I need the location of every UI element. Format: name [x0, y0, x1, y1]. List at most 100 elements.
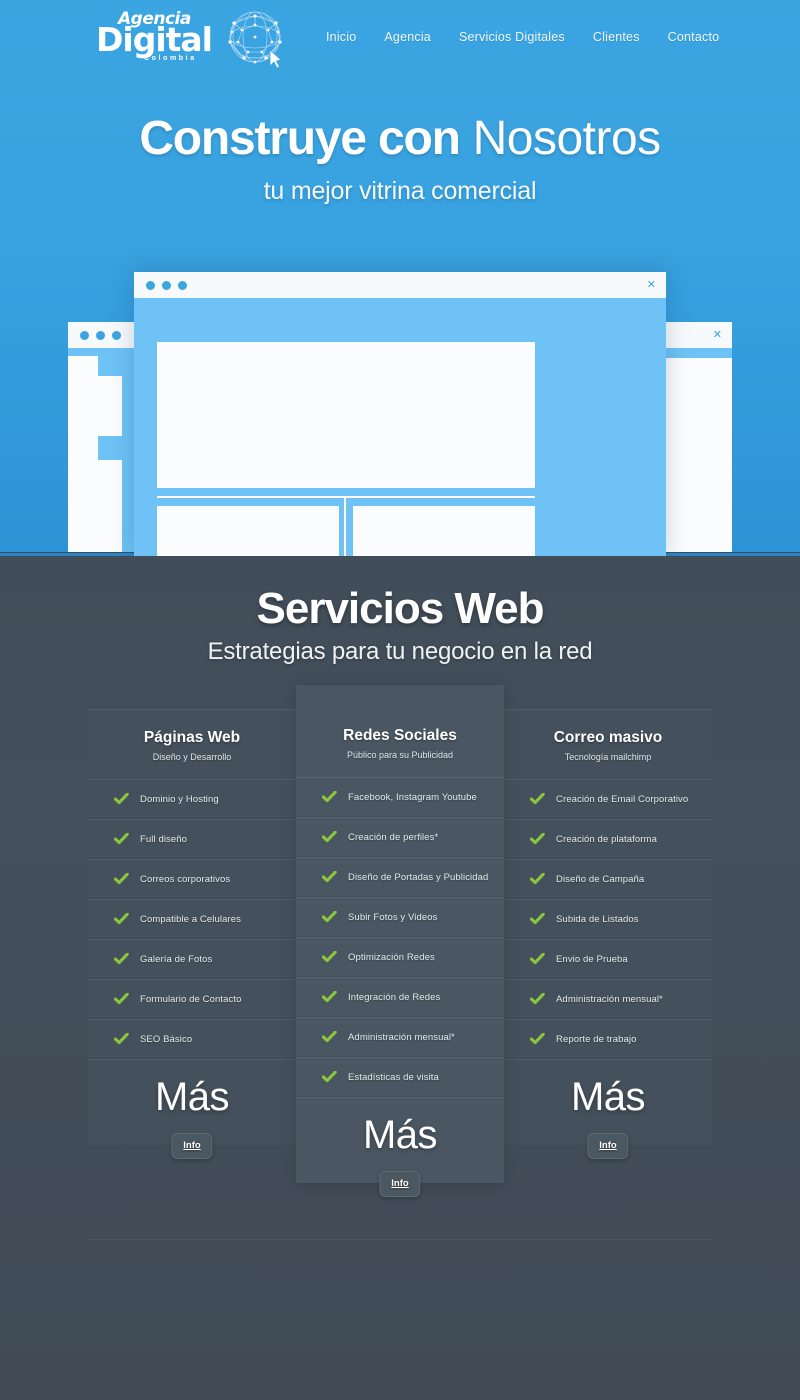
nav-item-clientes[interactable]: Clientes — [593, 30, 640, 44]
feature-label: Estadísticas de visita — [348, 1071, 439, 1083]
feature-row: Galería de Fotos — [88, 939, 296, 979]
feature-row: Subir Fotos y Videos — [296, 897, 504, 937]
feature-row: Diseño de Portadas y Publicidad — [296, 857, 504, 897]
feature-label: Full diseño — [140, 833, 188, 845]
site-logo[interactable]: Agencia Digital Colombia — [96, 4, 290, 72]
info-button-correo-masivo[interactable]: Info — [587, 1133, 629, 1159]
pricing-column-title: Páginas Web — [143, 729, 241, 746]
pricing-table: Páginas Web Diseño y Desarrollo Dominio y … — [88, 685, 713, 1240]
nav-item-inicio[interactable]: Inicio — [326, 30, 356, 44]
feature-label: Correos corporativos — [140, 873, 231, 885]
pricing-column-footer: Más Info — [88, 1059, 296, 1159]
check-icon — [322, 830, 348, 844]
feature-row: Optimización Redes — [296, 937, 504, 977]
hero-title-bold: Construye con — [139, 112, 461, 165]
check-icon — [322, 1030, 348, 1044]
hero-headline-block: Construye con Nosotros tu mejor vitrina … — [0, 112, 800, 206]
pricing-column-title: Redes Sociales — [343, 727, 457, 744]
services-heading-block: Servicios Web Estrategias para tu negoci… — [0, 556, 800, 666]
info-button-redes-sociales[interactable]: Info — [379, 1171, 421, 1197]
feature-label: Administración mensual* — [348, 1031, 455, 1043]
check-icon — [322, 990, 348, 1004]
check-icon — [114, 952, 140, 966]
close-icon[interactable]: ✕ — [713, 329, 722, 341]
nav-item-servicios-digitales[interactable]: Servicios Digitales — [459, 30, 565, 44]
feature-row: Formulario de Contacto — [88, 979, 296, 1019]
feature-label: Administración mensual* — [556, 993, 663, 1005]
more-label: Más — [362, 1113, 438, 1157]
services-title: Servicios Web — [256, 584, 545, 633]
check-icon — [530, 832, 556, 846]
feature-label: Envio de Prueba — [556, 953, 628, 965]
pricing-column-redes-sociales: Redes Sociales Público para su Publicidad… — [296, 685, 504, 1197]
feature-row: Full diseño — [88, 819, 296, 859]
feature-row: Correos corporativos — [88, 859, 296, 899]
feature-label: Compatible a Celulares — [140, 913, 241, 925]
more-label: Más — [570, 1075, 646, 1119]
check-icon — [114, 992, 140, 1006]
pricing-column-correo-masivo: Correo masivo Tecnología mailchimp Creació… — [504, 709, 712, 1159]
feature-label: Facebook, Instagram Youtube — [348, 791, 477, 803]
hero-title: Construye con Nosotros — [0, 112, 800, 165]
cursor-arrow-icon — [269, 49, 282, 69]
check-icon — [530, 952, 556, 966]
browser-titlebar: ✕ — [134, 272, 666, 298]
pricing-column-footer: Más Info — [296, 1097, 504, 1197]
feature-label: Diseño de Campaña — [556, 873, 645, 885]
feature-row: Administración mensual* — [296, 1017, 504, 1057]
check-icon — [530, 1032, 556, 1046]
feature-label: Creación de Email Corporativo — [556, 793, 689, 805]
browser-content — [134, 298, 666, 556]
pricing-column-title: Correo masivo — [553, 729, 663, 746]
pricing-column-paginas-web: Páginas Web Diseño y Desarrollo Dominio y … — [88, 709, 296, 1159]
logo-wordmark: Agencia Digital Colombia — [96, 7, 216, 69]
services-section: Servicios Web Estrategias para tu negoci… — [0, 556, 800, 1400]
check-icon — [114, 912, 140, 926]
feature-label: Creación de perfiles* — [348, 831, 439, 843]
feature-row: Integración de Redes — [296, 977, 504, 1017]
check-icon — [530, 792, 556, 806]
feature-row: Administración mensual* — [504, 979, 712, 1019]
logo-line-colombia: Colombia — [144, 55, 197, 62]
hero-subtitle: tu mejor vitrina comercial — [263, 176, 537, 205]
services-subtitle: Estrategias para tu negocio en la red — [207, 638, 593, 665]
check-icon — [322, 870, 348, 884]
check-icon — [530, 912, 556, 926]
browser-window-main: ✕ — [134, 272, 666, 556]
check-icon — [322, 1070, 348, 1084]
feature-label: Subir Fotos y Videos — [348, 911, 438, 923]
feature-row: Compatible a Celulares — [88, 899, 296, 939]
pricing-column-subtitle: Público para su Publicidad — [346, 750, 454, 760]
check-icon — [530, 872, 556, 886]
feature-row: Creación de plataforma — [504, 819, 712, 859]
nav-item-contacto[interactable]: Contacto — [668, 30, 720, 44]
feature-row: Diseño de Campaña — [504, 859, 712, 899]
pricing-column-footer: Más Info — [504, 1059, 712, 1159]
close-icon[interactable]: ✕ — [647, 279, 656, 291]
feature-label: Reporte de trabajo — [556, 1033, 637, 1045]
check-icon — [530, 992, 556, 1006]
pricing-columns: Páginas Web Diseño y Desarrollo Dominio y … — [88, 685, 713, 1197]
network-sphere-icon — [222, 4, 290, 72]
more-label: Más — [154, 1075, 230, 1119]
pricing-column-subtitle: Diseño y Desarrollo — [152, 752, 232, 762]
check-icon — [114, 872, 140, 886]
feature-label: Integración de Redes — [348, 991, 441, 1003]
pricing-column-subtitle: Tecnología mailchimp — [564, 752, 652, 762]
traffic-light-dots-icon — [146, 280, 187, 290]
info-button-paginas-web[interactable]: Info — [171, 1133, 213, 1159]
feature-label: SEO Básico — [140, 1033, 193, 1045]
feature-label: Dominio y Hosting — [140, 793, 219, 805]
hero-section: Agencia Digital Colombia Inicio Agencia … — [0, 0, 800, 556]
nav-item-agencia[interactable]: Agencia — [384, 30, 431, 44]
feature-label: Galería de Fotos — [140, 953, 213, 965]
feature-label: Creación de plataforma — [556, 833, 657, 845]
check-icon — [114, 792, 140, 806]
feature-row: Envio de Prueba — [504, 939, 712, 979]
feature-row: Facebook, Instagram Youtube — [296, 777, 504, 817]
feature-row: Creación de Email Corporativo — [504, 779, 712, 819]
feature-label: Subida de Listados — [556, 913, 639, 925]
browser-mockup-illustration: ✕ ✕ — [0, 272, 800, 556]
feature-row: Estadísticas de visita — [296, 1057, 504, 1097]
traffic-light-dots-icon — [80, 330, 121, 340]
